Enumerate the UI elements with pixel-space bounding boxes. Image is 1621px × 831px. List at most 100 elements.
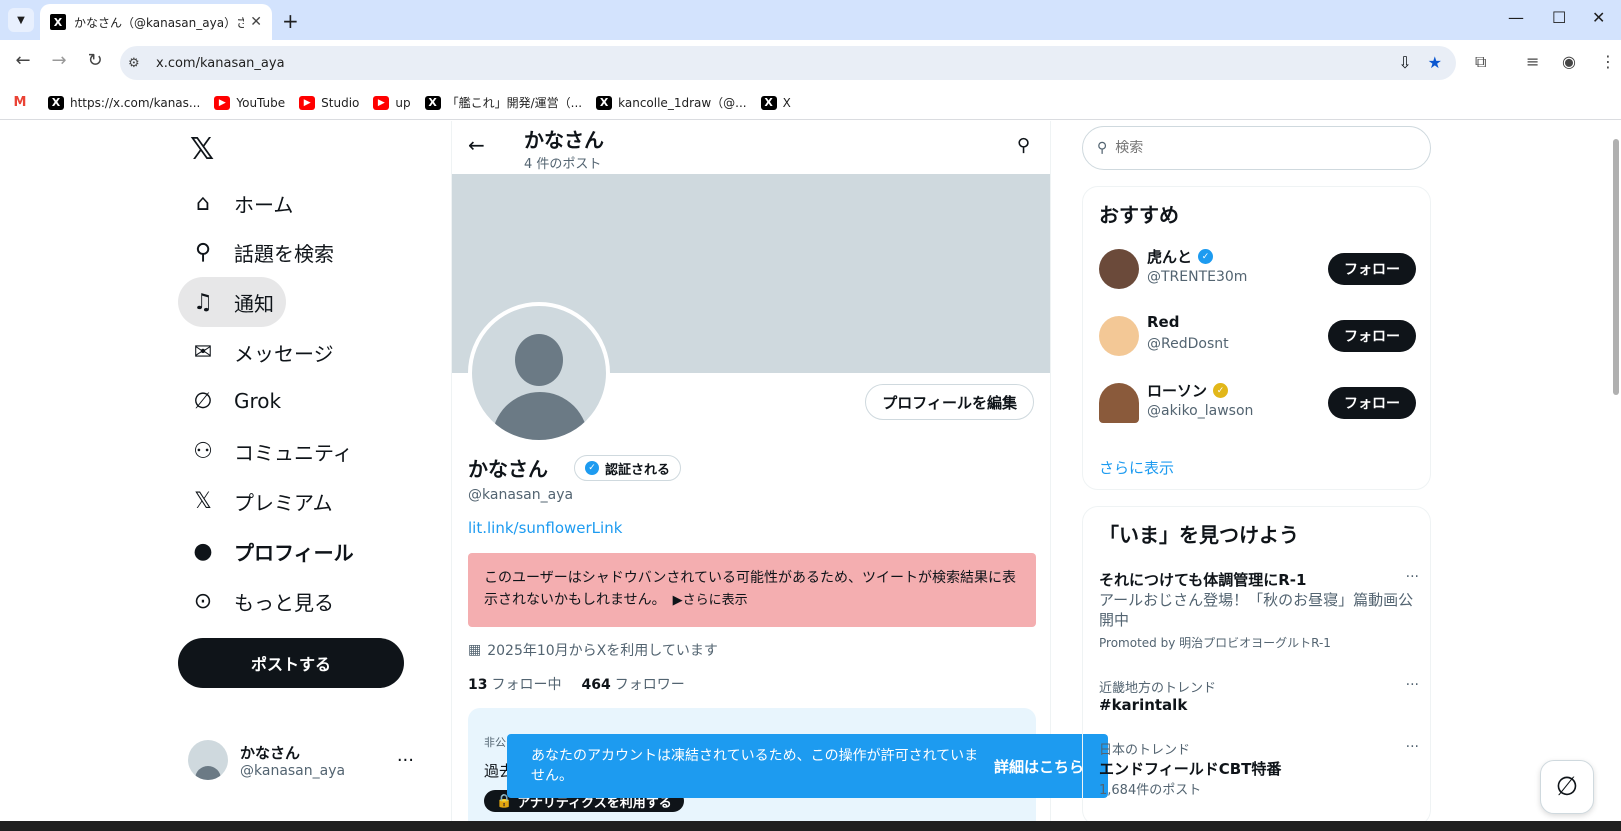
profile-name: かなさん xyxy=(468,457,548,481)
address-bar[interactable]: ⚙ x.com/kanasan_aya ⇩ ★ xyxy=(120,46,1456,80)
toast-learn-more-link[interactable]: 詳細はこちら xyxy=(994,756,1084,777)
menu-icon[interactable]: ⋮ xyxy=(1600,52,1616,71)
bookmark-x-profile[interactable]: Xhttps://x.com/kanas... xyxy=(48,95,200,110)
home-icon: ⌂ xyxy=(196,190,210,216)
install-icon[interactable]: ⇩ xyxy=(1398,53,1411,72)
bookmark-up[interactable]: ▶ up xyxy=(373,95,411,110)
get-verified-button[interactable]: ✓ 認証される xyxy=(574,455,682,481)
x-logo-icon[interactable]: 𝕏 xyxy=(190,132,214,167)
verified-check-icon: ✓ xyxy=(585,461,599,475)
follow-button[interactable]: フォロー xyxy=(1328,387,1416,419)
suggestion-item[interactable]: ローソン ✓ @akiko_lawson フォロー xyxy=(1083,373,1432,433)
browser-tab[interactable]: X かなさん（@kanasan_aya）さん / X ✕ xyxy=(40,4,272,40)
header-title: かなさん xyxy=(524,128,604,152)
page-scrollbar[interactable] xyxy=(1612,121,1621,831)
avatar xyxy=(1099,383,1139,423)
back-arrow-icon[interactable]: ← xyxy=(468,133,485,157)
os-taskbar xyxy=(0,821,1621,831)
search-field[interactable]: ⚲ xyxy=(1082,126,1431,170)
youtube-icon: ▶ xyxy=(373,95,390,110)
nav-explore[interactable]: ⚲ 話題を検索 xyxy=(178,227,346,277)
more-icon: ⊙ xyxy=(193,588,213,614)
x-icon: X xyxy=(760,95,777,110)
suggestion-item[interactable]: 虎んと ✓ @TRENTE30m フォロー xyxy=(1083,239,1432,299)
avatar xyxy=(1099,249,1139,289)
trend-item[interactable]: それにつけても体調管理にR-1 アールおじさん登場！「秋のお昼寝」篇動画公開中 … xyxy=(1099,569,1419,651)
following-link[interactable]: 13 フォロー中 xyxy=(468,674,561,694)
suggestion-item[interactable]: Red @RedDosnt フォロー xyxy=(1083,306,1432,366)
star-icon[interactable]: ★ xyxy=(1428,53,1442,72)
search-icon[interactable]: ⚲ xyxy=(1017,135,1030,156)
nav-premium[interactable]: 𝕏 プレミアム xyxy=(178,476,345,526)
bookmark-studio[interactable]: ▶ Studio xyxy=(299,95,359,110)
bookmark-kancolle[interactable]: X 「艦これ」開発/運営（... xyxy=(424,94,582,111)
media-icon[interactable]: ≡ xyxy=(1526,52,1539,71)
followers-link[interactable]: 464 フォロワー xyxy=(581,674,684,694)
grok-icon: ∅ xyxy=(1555,772,1579,802)
url-text[interactable]: x.com/kanasan_aya xyxy=(156,56,285,71)
maximize-icon[interactable]: ☐ xyxy=(1552,8,1566,27)
reload-icon[interactable]: ↻ xyxy=(82,50,108,71)
browser-tab-bar: ▼ X かなさん（@kanasan_aya）さん / X ✕ + — ☐ ✕ xyxy=(0,0,1621,40)
more-dots-icon[interactable]: ··· xyxy=(397,750,414,771)
nav-more[interactable]: ⊙ もっと見る xyxy=(178,576,346,626)
community-icon: ⚇ xyxy=(193,438,213,464)
shadowban-warning: このユーザーはシャドウバンされている可能性があるため、ツイートが検索結果に表示さ… xyxy=(468,553,1036,627)
minimize-icon[interactable]: — xyxy=(1508,8,1524,27)
grok-icon: ∅ xyxy=(193,388,213,414)
nav-grok[interactable]: ∅ Grok xyxy=(178,376,293,426)
toast-message: あなたのアカウントは凍結されているため、この操作が許可されていません。 xyxy=(531,748,979,784)
more-dots-icon[interactable]: ··· xyxy=(1406,569,1419,585)
more-dots-icon[interactable]: ··· xyxy=(1406,739,1419,755)
who-to-follow-card: おすすめ 虎んと ✓ @TRENTE30m フォロー Red @RedDosnt … xyxy=(1082,186,1431,490)
close-window-icon[interactable]: ✕ xyxy=(1592,8,1605,27)
recommend-title: おすすめ xyxy=(1099,203,1179,227)
verified-badge-icon: ✓ xyxy=(1198,249,1214,264)
extensions-icon[interactable]: ⧉ xyxy=(1475,52,1486,72)
nav-notifications[interactable]: ♫ 通知 xyxy=(178,277,286,327)
more-dots-icon[interactable]: ··· xyxy=(1406,677,1419,693)
new-tab-button[interactable]: + xyxy=(282,9,299,33)
nav-home[interactable]: ⌂ ホーム xyxy=(178,178,305,228)
forward-icon[interactable]: → xyxy=(46,50,72,71)
trends-title: 「いま」を見つけよう xyxy=(1099,523,1299,547)
nav-communities[interactable]: ⚇ コミュニティ xyxy=(178,426,365,476)
bookmark-kancolle-1draw[interactable]: Xkancolle_1draw（@... xyxy=(596,94,747,111)
bookmark-youtube[interactable]: ▶ YouTube xyxy=(214,95,285,110)
profile-icon[interactable]: ◉ xyxy=(1562,52,1576,71)
joined-date: ▦ 2025年10月からXを利用しています xyxy=(468,642,718,659)
verified-gold-badge-icon: ✓ xyxy=(1213,383,1229,398)
back-icon[interactable]: ← xyxy=(10,50,36,71)
youtube-icon: ▶ xyxy=(214,95,231,110)
suspended-toast: あなたのアカウントは凍結されているため、この操作が許可されていません。 詳細はこ… xyxy=(507,734,1108,798)
profile-link[interactable]: lit.link/sunflowerLink xyxy=(468,519,622,537)
show-more-link[interactable]: さらに表示 xyxy=(1099,457,1174,478)
show-more-link[interactable]: ▶さらに表示 xyxy=(673,593,748,608)
grok-floating-button[interactable]: ∅ xyxy=(1540,760,1594,814)
account-switcher[interactable]: かなさん @kanasan_aya ··· xyxy=(188,732,428,788)
nav-profile[interactable]: ● プロフィール xyxy=(178,526,366,576)
x-icon: 𝕏 xyxy=(194,488,212,514)
person-icon: ● xyxy=(193,538,213,564)
bell-icon: ♫ xyxy=(193,289,213,315)
follow-button[interactable]: フォロー xyxy=(1328,253,1416,285)
tab-search-button[interactable]: ▼ xyxy=(8,8,34,32)
site-info-icon[interactable]: ⚙ xyxy=(128,56,150,71)
post-button[interactable]: ポストする xyxy=(178,638,404,688)
follow-button[interactable]: フォロー xyxy=(1328,320,1416,352)
search-icon: ⚲ xyxy=(194,239,212,265)
trend-item[interactable]: 近畿地方のトレンド #karintalk ··· xyxy=(1099,677,1419,714)
edit-profile-button[interactable]: プロフィールを編集 xyxy=(865,384,1034,420)
bookmark-gmail[interactable]: M xyxy=(12,95,34,110)
trend-item[interactable]: 日本のトレンド エンドフィールドCBT特番 1,684件のポスト ··· xyxy=(1099,739,1419,798)
x-icon: X xyxy=(48,95,64,110)
nav-messages[interactable]: ✉ メッセージ xyxy=(178,327,346,377)
search-input[interactable] xyxy=(1115,140,1396,156)
follow-stats: 13 フォロー中 464 フォロワー xyxy=(468,674,685,694)
profile-avatar[interactable] xyxy=(468,302,610,444)
x-icon: X xyxy=(424,95,441,110)
tab-close-icon[interactable]: ✕ xyxy=(250,14,262,30)
mail-icon: ✉ xyxy=(193,339,213,365)
x-icon: X xyxy=(596,95,613,110)
bookmark-x[interactable]: XX xyxy=(760,95,791,110)
